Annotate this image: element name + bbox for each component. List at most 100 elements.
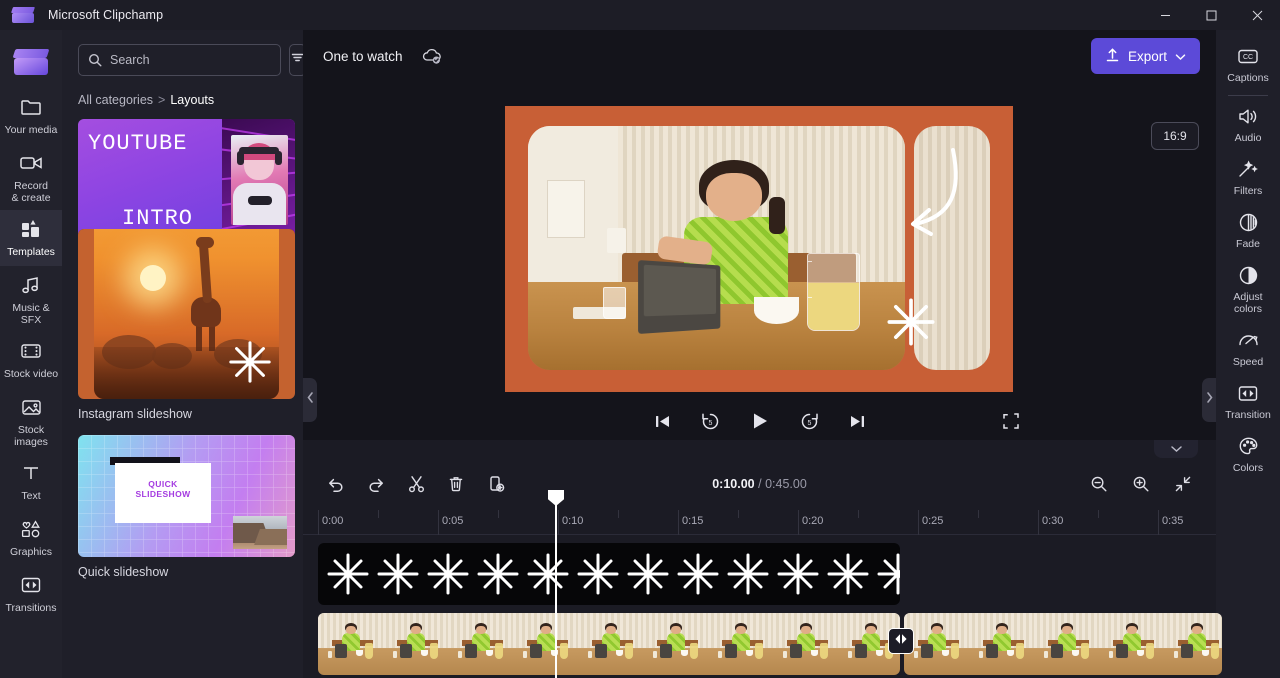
video-preview-canvas[interactable] — [505, 106, 1013, 392]
chevron-down-icon — [1170, 440, 1183, 458]
title-bar: Microsoft Clipchamp — [0, 0, 1280, 30]
property-item-transition[interactable]: Transition — [1216, 375, 1280, 428]
undo-button[interactable] — [321, 469, 351, 499]
sidebar-item-graphics[interactable]: Graphics — [0, 510, 62, 566]
filter-button[interactable] — [289, 44, 303, 76]
property-item-fade[interactable]: Fade — [1216, 204, 1280, 257]
collapse-right-panel-handle[interactable] — [1202, 378, 1216, 422]
project-title[interactable]: One to watch — [323, 49, 403, 64]
sidebar-item-transitions[interactable]: Transitions — [0, 566, 62, 622]
sidebar-item-record-create[interactable]: Record & create — [0, 144, 62, 210]
video-clip-2[interactable] — [904, 613, 1222, 675]
sidebar-item-label-line2: images — [14, 436, 48, 448]
ruler-label: 0:30 — [1042, 515, 1064, 527]
sparkle-icon — [427, 553, 469, 595]
clip-thumbnail — [578, 613, 643, 675]
ruler-label: 0:05 — [442, 515, 464, 527]
sidebar-item-your-media[interactable]: Your media — [0, 88, 62, 144]
property-item-filters[interactable]: Filters — [1216, 151, 1280, 204]
property-item-adjust-colors[interactable]: Adjust colors — [1216, 257, 1280, 322]
clipchamp-rail-logo-icon[interactable] — [0, 36, 62, 88]
property-item-captions[interactable]: CC Captions — [1216, 38, 1280, 91]
templates-grid-icon — [20, 217, 42, 241]
close-button[interactable] — [1234, 0, 1280, 30]
redo-button[interactable] — [361, 469, 391, 499]
template-list: YOUTUBE INTRO Youtube intro — [78, 119, 295, 579]
delete-button[interactable] — [441, 469, 471, 499]
sidebar-item-stock-images[interactable]: Stock images — [0, 388, 62, 454]
maximize-button[interactable] — [1188, 0, 1234, 30]
property-item-label: Filters — [1233, 185, 1263, 197]
clip-thumbnail — [513, 613, 578, 675]
timeline-tracks — [303, 535, 1222, 678]
magic-wand-icon — [1237, 158, 1259, 180]
sidebar-item-music-sfx[interactable]: Music & SFX — [0, 266, 62, 332]
minimize-button[interactable] — [1142, 0, 1188, 30]
sidebar-item-text[interactable]: Text — [0, 454, 62, 510]
split-button[interactable] — [401, 469, 431, 499]
property-item-label: Transition — [1225, 409, 1271, 421]
half-circle-icon — [1238, 264, 1259, 286]
sparkle-icon — [327, 553, 369, 595]
timeline-zoom-controls — [1072, 469, 1198, 499]
property-item-speed[interactable]: Speed — [1216, 322, 1280, 375]
aspect-ratio-badge[interactable]: 16:9 — [1151, 122, 1199, 150]
property-item-label: Colors — [1232, 462, 1264, 474]
sparkle-icon — [577, 553, 619, 595]
sidebar-item-label-line1: Stock — [17, 424, 45, 436]
breadcrumb-current: Layouts — [170, 93, 215, 107]
property-item-label: Fade — [1236, 238, 1260, 250]
rewind-5s-button[interactable]: 5 — [700, 411, 721, 432]
ruler-label: 0:35 — [1162, 515, 1184, 527]
sidebar-item-label: Graphics — [9, 546, 52, 558]
fullscreen-button[interactable] — [1002, 402, 1020, 440]
folder-icon — [20, 95, 42, 119]
timeline-ruler[interactable]: 0:00 0:05 0:10 0:15 0:20 0:25 0:30 0:35 — [303, 510, 1216, 535]
sparkle-icon — [727, 553, 769, 595]
template-title-line2: INTRO — [122, 206, 194, 231]
breadcrumb-root[interactable]: All categories — [78, 93, 153, 107]
sidebar-item-label: Stock video — [3, 368, 59, 380]
template-card-instagram-slideshow[interactable]: Instagram slideshow — [78, 229, 295, 421]
property-item-label: Adjust colors — [1233, 291, 1263, 315]
forward-5s-button[interactable]: 5 — [799, 411, 820, 432]
properties-rail: CC Captions Audio Filters Fade Adjust co… — [1216, 30, 1280, 678]
sparkle-icon — [477, 553, 519, 595]
property-item-label: Audio — [1234, 132, 1262, 144]
video-clip-1[interactable] — [318, 613, 900, 675]
ruler-label: 0:00 — [322, 515, 344, 527]
clipchamp-logo-icon — [11, 7, 35, 23]
cloud-saved-icon[interactable] — [421, 47, 443, 65]
ruler-label: 0:10 — [562, 515, 584, 527]
search-box[interactable] — [78, 44, 281, 76]
zoom-in-button[interactable] — [1126, 469, 1156, 499]
skip-to-start-button[interactable] — [653, 413, 672, 430]
clip-thumbnail — [643, 613, 708, 675]
skip-to-end-button[interactable] — [848, 413, 867, 430]
play-button[interactable] — [749, 410, 771, 432]
sparkle-overlay-clip[interactable] — [318, 543, 900, 605]
ruler-label: 0:15 — [682, 515, 704, 527]
zoom-out-button[interactable] — [1084, 469, 1114, 499]
export-button[interactable]: Export — [1090, 38, 1200, 74]
sidebar-item-templates[interactable]: Templates — [0, 210, 62, 266]
timeline-collapse-button[interactable] — [1154, 440, 1198, 458]
property-item-colors[interactable]: Colors — [1216, 428, 1280, 481]
collapse-panel-handle[interactable] — [303, 378, 317, 422]
transition-chip-button[interactable] — [888, 628, 914, 654]
property-item-audio[interactable]: Audio — [1216, 98, 1280, 151]
clip-thumbnail — [318, 613, 383, 675]
video-camera-icon — [19, 151, 43, 175]
template-thumbnail: YOUTUBE INTRO — [78, 119, 295, 241]
sidebar-item-label-line1: Record — [14, 180, 48, 192]
shapes-icon — [20, 517, 42, 541]
duplicate-button[interactable] — [481, 469, 511, 499]
template-card-quick-slideshow[interactable]: QUICK SLIDESHOW Quick slideshow — [78, 435, 295, 579]
sidebar-item-stock-video[interactable]: Stock video — [0, 332, 62, 388]
upload-icon — [1105, 47, 1120, 66]
preview-frame — [505, 106, 1013, 392]
search-input[interactable] — [110, 53, 271, 67]
fit-to-timeline-button[interactable] — [1168, 469, 1198, 499]
clip-thumbnail — [969, 613, 1034, 675]
palette-icon — [1238, 435, 1259, 457]
